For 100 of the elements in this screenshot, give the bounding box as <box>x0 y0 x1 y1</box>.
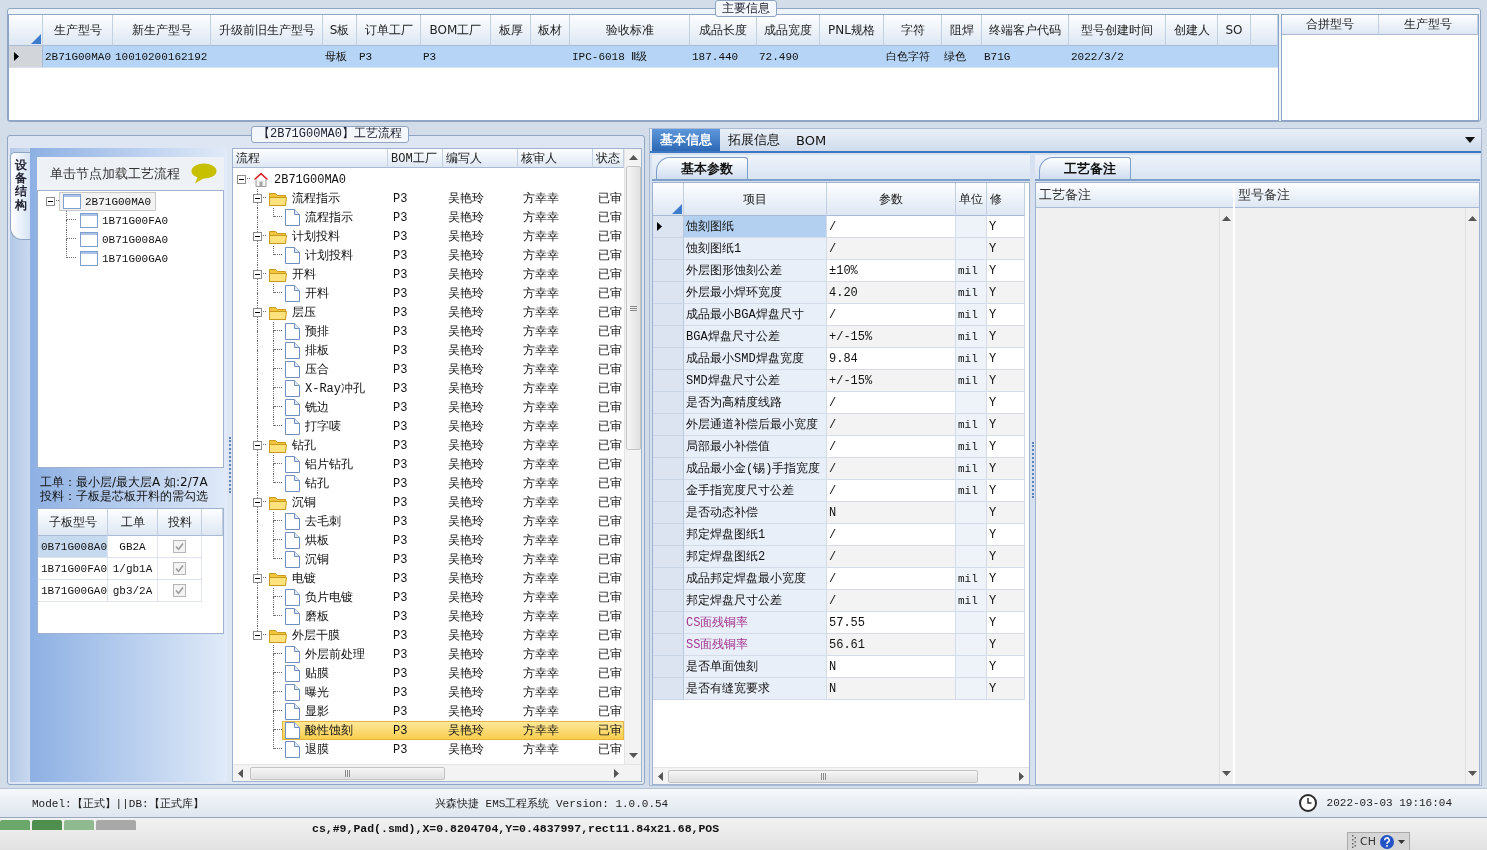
column-header[interactable]: 升级前旧生产型号 <box>211 15 323 46</box>
tab[interactable]: BOM <box>788 129 835 151</box>
scroll-down-icon[interactable] <box>1222 771 1231 776</box>
column-header[interactable]: 阻焊 <box>942 15 982 46</box>
tree-row[interactable]: 流程指示 P3 吴艳玲 方幸幸 已审 <box>282 208 624 227</box>
tree-row[interactable]: 钻孔 P3 吴艳玲 方幸幸 已审 <box>266 436 624 455</box>
column-header[interactable]: 单位 <box>956 183 987 216</box>
tree-row[interactable]: 打字唛 P3 吴艳玲 方幸幸 已审 <box>282 417 624 436</box>
tree-row[interactable]: 2B71G00MA0 <box>250 170 624 189</box>
table-cell[interactable]: 是否有缝宽要求 <box>684 678 827 700</box>
column-header[interactable]: 订单工厂 <box>357 15 421 46</box>
column-header[interactable]: 流程 <box>233 149 388 168</box>
scroll-left-icon[interactable] <box>658 771 663 781</box>
checkbox[interactable] <box>173 540 186 553</box>
tab[interactable]: 拓展信息 <box>720 129 788 151</box>
row-header[interactable] <box>9 46 43 67</box>
column-header[interactable]: 验收标准 <box>570 15 690 46</box>
column-header[interactable]: 合拼型号 <box>1282 15 1379 35</box>
column-header[interactable]: 字符 <box>884 15 942 46</box>
tree-row[interactable]: 流程指示 P3 吴艳玲 方幸幸 已审 <box>266 189 624 208</box>
table-cell[interactable]: 金手指宽度尺寸公差 <box>684 480 827 502</box>
tab[interactable]: 基本信息 <box>652 129 720 151</box>
column-header[interactable]: 编写人 <box>443 149 518 168</box>
collapse-icon[interactable] <box>253 232 262 241</box>
collapse-icon[interactable] <box>253 631 262 640</box>
scroll-down-icon[interactable] <box>1468 771 1477 776</box>
table-cell[interactable]: 外层图形蚀刻公差 <box>684 260 827 282</box>
column-header[interactable]: 生产型号 <box>1379 15 1478 35</box>
column-header[interactable]: 参数 <box>827 183 956 216</box>
column-header[interactable]: SO <box>1218 15 1251 46</box>
table-cell[interactable]: 邦定焊盘图纸1 <box>684 524 827 546</box>
caret-icon[interactable] <box>1398 839 1405 844</box>
tree-row[interactable]: 预排 P3 吴艳玲 方幸幸 已审 <box>282 322 624 341</box>
collapse-icon[interactable] <box>253 308 262 317</box>
table-cell[interactable]: 成品最小BGA焊盘尺寸 <box>684 304 827 326</box>
tree-row[interactable]: 曝光 P3 吴艳玲 方幸幸 已审 <box>282 683 624 702</box>
tree-row[interactable]: 烘板 P3 吴艳玲 方幸幸 已审 <box>282 531 624 550</box>
horizontal-scrollbar[interactable] <box>233 764 641 781</box>
dropdown-arrow-icon[interactable] <box>1465 137 1475 143</box>
tree-row[interactable]: 负片电镀 P3 吴艳玲 方幸幸 已审 <box>282 588 624 607</box>
tree-row[interactable]: 沉铜 P3 吴艳玲 方幸幸 已审 <box>282 550 624 569</box>
splitter-grip[interactable] <box>1031 442 1034 498</box>
table-cell[interactable]: 0B71G008A0 <box>38 536 108 558</box>
tree-row[interactable]: 外层干膜 P3 吴艳玲 方幸幸 已审 <box>266 626 624 645</box>
collapse-icon[interactable] <box>45 197 55 206</box>
table-cell[interactable]: 是否为高精度线路 <box>684 392 827 414</box>
table-cell[interactable]: 1B71G00FA0 <box>38 558 108 580</box>
collapse-icon[interactable] <box>253 498 262 507</box>
collapse-icon[interactable] <box>253 441 262 450</box>
collapse-icon[interactable] <box>237 175 246 184</box>
panel-tab[interactable]: 基本参数 <box>656 157 748 179</box>
scroll-up-icon[interactable] <box>1222 216 1231 221</box>
tree-row[interactable]: 酸性蚀刻 P3 吴艳玲 方幸幸 已审 <box>282 721 624 740</box>
tree-node[interactable]: 0B71G008A0 <box>76 230 173 249</box>
tree-row[interactable]: 显影 P3 吴艳玲 方幸幸 已审 <box>282 702 624 721</box>
table-cell[interactable]: SS面残铜率 <box>684 634 827 656</box>
checkbox[interactable] <box>173 584 186 597</box>
tree-row[interactable]: 钻孔 P3 吴艳玲 方幸幸 已审 <box>282 474 624 493</box>
column-header[interactable]: S板 <box>323 15 357 46</box>
scroll-thumb[interactable] <box>250 766 445 780</box>
table-cell[interactable]: 外层最小焊环宽度 <box>684 282 827 304</box>
table-cell[interactable]: 局部最小补偿值 <box>684 436 827 458</box>
table-cell[interactable]: 邦定焊盘尺寸公差 <box>684 590 827 612</box>
column-header[interactable]: 创建人 <box>1166 15 1218 46</box>
column-header[interactable]: 成品宽度 <box>757 15 820 46</box>
tree-row[interactable]: 排板 P3 吴艳玲 方幸幸 已审 <box>282 341 624 360</box>
column-header[interactable]: 修 <box>987 183 1025 216</box>
tree-node[interactable]: 1B71G00FA0 <box>76 211 173 230</box>
scroll-thumb[interactable] <box>668 769 978 783</box>
column-header[interactable]: BOM工厂 <box>388 149 443 168</box>
vertical-scrollbar[interactable] <box>1219 208 1233 784</box>
tree-node[interactable]: 2B71G00MA0 <box>59 192 156 211</box>
table-cell[interactable]: 蚀刻图纸1 <box>684 238 827 260</box>
tree-row[interactable]: 退膜 P3 吴艳玲 方幸幸 已审 <box>282 740 624 759</box>
table-cell[interactable]: 成品邦定焊盘最小宽度 <box>684 568 827 590</box>
splitter-grip[interactable] <box>228 437 231 493</box>
column-header[interactable]: PNL规格 <box>820 15 884 46</box>
column-header[interactable]: 核审人 <box>518 149 593 168</box>
column-header[interactable]: 终端客户代码 <box>982 15 1069 46</box>
scroll-down-icon[interactable] <box>628 753 638 758</box>
collapse-icon[interactable] <box>253 194 262 203</box>
checkbox[interactable] <box>173 562 186 575</box>
table-cell[interactable]: CS面残铜率 <box>684 612 827 634</box>
scroll-right-icon[interactable] <box>1019 771 1024 781</box>
column-header[interactable]: 板材 <box>531 15 570 46</box>
scroll-right-icon[interactable] <box>614 768 619 778</box>
row-header[interactable] <box>653 216 684 238</box>
column-header[interactable]: 板厚 <box>491 15 531 46</box>
horizontal-scrollbar[interactable] <box>653 767 1029 784</box>
table-cell[interactable]: 1B71G00GA0 <box>38 580 108 602</box>
table-cell[interactable]: BGA焊盘尺寸公差 <box>684 326 827 348</box>
table-cell[interactable]: 邦定焊盘图纸2 <box>684 546 827 568</box>
tree-node[interactable]: 1B71G00GA0 <box>76 249 173 268</box>
scroll-left-icon[interactable] <box>238 768 243 778</box>
column-header[interactable]: 项目 <box>684 183 827 216</box>
vertical-scrollbar[interactable] <box>1465 208 1479 784</box>
table-row[interactable]: 2B71G00MA0 10010200162192 母板 P3 P3 IPC-6018 Ⅱ级 187.440 72.490 白色字符 绿色 B71G 2022/3/2 <box>9 46 1278 68</box>
tree-row[interactable]: 计划投料 P3 吴艳玲 方幸幸 已审 <box>282 246 624 265</box>
tree-row[interactable]: X-Ray冲孔 P3 吴艳玲 方幸幸 已审 <box>282 379 624 398</box>
column-header[interactable]: 型号创建时间 <box>1069 15 1166 46</box>
